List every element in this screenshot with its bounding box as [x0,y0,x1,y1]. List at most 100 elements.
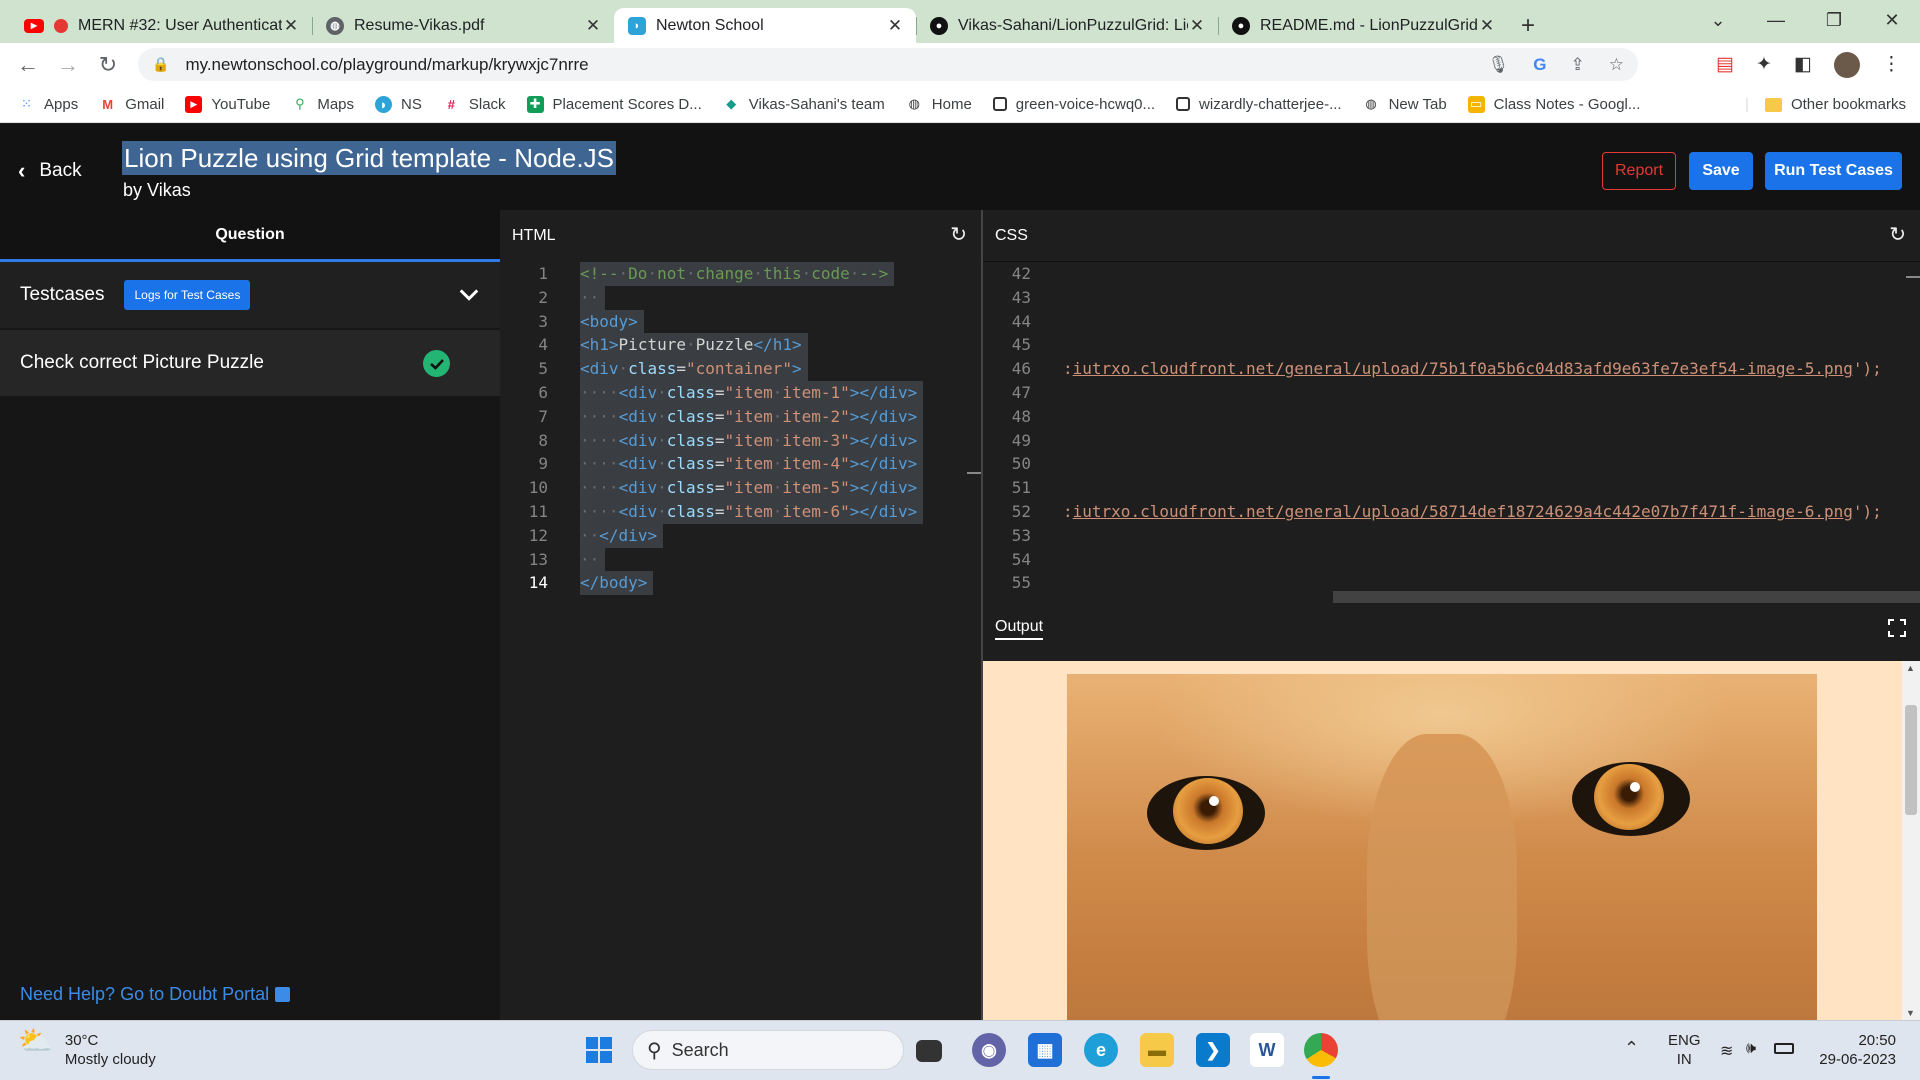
battery-icon[interactable] [1774,1043,1794,1054]
restore-window-icon[interactable]: ❐ [1806,0,1862,40]
code-line[interactable]: 52:iutrxo.cloudfront.net/general/upload/… [983,500,1920,524]
file-explorer-icon[interactable]: ▬ [1140,1033,1174,1067]
other-bookmarks[interactable]: | Other bookmarks [1745,86,1906,123]
chevron-down-icon[interactable] [458,284,480,306]
bookmark-item[interactable]: ⁙ Apps [18,96,78,113]
bookmark-item[interactable]: ✚ Placement Scores D... [526,95,702,113]
html-editor[interactable]: HTML ↻ 1 <!--·Do·not·change·this·code·-->… [500,210,981,1020]
puzzle-extensions-icon[interactable]: ✦ [1756,53,1772,76]
bookmark-item[interactable]: ◆ Vikas-Sahani's team [723,96,885,113]
extension-icon[interactable]: ▤ [1716,53,1734,76]
store-icon[interactable]: ▦ [1028,1033,1062,1067]
reload-icon[interactable]: ↻ [88,45,128,85]
browser-tab[interactable]: ▶ MERN #32: User Authenticati ✕ [10,8,312,43]
code-line[interactable]: 44 [983,310,1920,334]
bookmark-item[interactable]: ◗ NS [375,95,422,113]
doubt-portal-link[interactable]: Need Help? Go to Doubt Portal [20,984,291,1005]
address-bar[interactable]: 🔒 my.newtonschool.co/playground/markup/k… [138,48,1638,81]
volume-icon[interactable]: 🕪 [1746,1040,1756,1058]
close-tab-icon[interactable]: ✕ [1478,16,1496,36]
code-line[interactable]: 48 [983,405,1920,429]
code-line[interactable]: 4 <h1>Picture·Puzzle</h1> [500,333,981,358]
code-line[interactable]: 51 [983,476,1920,500]
teams-chat-icon[interactable]: ◉ [972,1033,1006,1067]
close-tab-icon[interactable]: ✕ [1188,16,1206,36]
css-editor[interactable]: CSS ↻ 42 43 44 45 46:iutrxo.cloudfront.net/g… [981,210,1920,603]
windows-start-icon[interactable] [582,1033,616,1067]
code-line[interactable]: 7 ····<div·class="item·item-2"></div> [500,404,981,429]
chrome-icon[interactable] [1304,1033,1338,1067]
bookmark-item[interactable]: ▭ Class Notes - Googl... [1467,95,1640,113]
scroll-up-icon[interactable]: ▲ [1906,663,1915,673]
bookmark-item[interactable]: # Slack [443,96,506,113]
bookmark-item[interactable]: ⚲ Maps [291,96,354,113]
code-line[interactable]: 10 ····<div·class="item·item-5"></div> [500,476,981,500]
browser-tab[interactable]: ● Vikas-Sahani/LionPuzzulGrid: Lio ✕ [916,8,1218,43]
testcase-item[interactable]: Check correct Picture Puzzle [0,330,500,396]
code-line[interactable]: 1 <!--·Do·not·change·this·code·--> [500,262,981,286]
google-icon[interactable]: G [1533,55,1546,75]
code-line[interactable]: 42 [983,262,1920,286]
image-url-link[interactable]: iutrxo.cloudfront.net/general/upload/587… [1073,502,1853,521]
code-line[interactable]: 5 <div·class="container"> [500,357,981,381]
bookmark-item[interactable]: green-voice-hcwq0... [992,96,1155,113]
minimize-window-icon[interactable]: — [1748,0,1804,40]
code-line[interactable]: 12 ··</div> [500,523,981,548]
vscode-icon[interactable]: ❯ [1196,1033,1230,1067]
css-code-lines[interactable]: 42 43 44 45 46:iutrxo.cloudfront.net/general… [983,262,1920,595]
close-tab-icon[interactable]: ✕ [886,16,904,36]
output-scrollbar[interactable]: ▲ ▼ [1902,661,1920,1020]
language-indicator[interactable]: ENG IN [1668,1031,1701,1069]
bookmark-item[interactable]: wizardly-chatterjee-... [1176,96,1342,113]
code-line[interactable]: 14 </body> [500,571,981,596]
output-preview[interactable]: ▲ ▼ [983,661,1920,1020]
task-view-icon[interactable] [916,1040,942,1062]
edge-icon[interactable]: e [1084,1033,1118,1067]
fullscreen-icon[interactable] [1888,619,1906,637]
side-panel-icon[interactable]: ◧ [1794,53,1812,76]
wifi-icon[interactable]: ≋ [1720,1041,1733,1061]
save-button[interactable]: Save [1689,152,1753,190]
weather-widget[interactable]: ⛅ 30°C Mostly cloudy [18,1027,156,1069]
browser-tab[interactable]: ◍ Resume-Vikas.pdf ✕ [312,8,614,43]
forward-arrow-icon[interactable]: → [48,45,88,85]
run-test-cases-button[interactable]: Run Test Cases [1765,152,1902,190]
code-line[interactable]: 50 [983,452,1920,476]
avatar[interactable] [1833,51,1860,78]
back-button[interactable]: ‹ Back [18,158,82,184]
browser-tab[interactable]: ● README.md - LionPuzzulGrid [Co ✕ [1218,8,1508,43]
browser-tab-active[interactable]: ◗ Newton School ✕ [614,8,916,43]
chevron-up-icon[interactable]: ⌃ [1624,1038,1639,1059]
horizontal-scrollbar[interactable] [1333,591,1920,603]
tab-search-icon[interactable]: ⌄ [1690,0,1746,40]
code-line[interactable]: 47 [983,381,1920,405]
logs-button[interactable]: Logs for Test Cases [124,280,251,310]
reset-icon[interactable]: ↻ [950,222,967,247]
close-tab-icon[interactable]: ✕ [584,16,602,36]
testcases-header[interactable]: Testcases Logs for Test Cases [0,262,500,328]
code-line[interactable]: 54 [983,548,1920,572]
bookmark-item[interactable]: M Gmail [99,96,164,113]
new-tab-button[interactable]: + [1508,8,1548,43]
code-line[interactable]: 13 ·· [500,547,981,572]
code-line[interactable]: 6 ····<div·class="item·item-1"></div> [500,380,981,405]
code-line[interactable]: 9 ····<div·class="item·item-4"></div> [500,452,981,477]
report-button[interactable]: Report [1602,152,1676,190]
code-line[interactable]: 53 [983,524,1920,548]
code-line[interactable]: 43 [983,286,1920,310]
share-icon[interactable]: ⇪ [1571,55,1585,75]
code-line[interactable]: 46:iutrxo.cloudfront.net/general/upload/… [983,357,1920,381]
code-line[interactable]: 45 [983,333,1920,357]
code-line[interactable]: 3 <body> [500,309,981,334]
scroll-down-icon[interactable]: ▼ [1906,1008,1915,1018]
more-menu-icon[interactable]: ⋮ [1882,53,1901,76]
close-tab-icon[interactable]: ✕ [282,16,300,36]
close-window-icon[interactable]: ✕ [1864,0,1920,40]
word-icon[interactable]: W [1250,1033,1284,1067]
code-line[interactable]: 8 ····<div·class="item·item-3"></div> [500,428,981,453]
tab-question[interactable]: Question [0,210,500,262]
image-url-link[interactable]: iutrxo.cloudfront.net/general/upload/75b… [1073,359,1853,378]
clock[interactable]: 20:50 29-06-2023 [1816,1031,1896,1069]
bookmark-star-icon[interactable]: ☆ [1609,55,1624,75]
code-line[interactable]: 11 ····<div·class="item·item-6"></div> [500,499,981,524]
